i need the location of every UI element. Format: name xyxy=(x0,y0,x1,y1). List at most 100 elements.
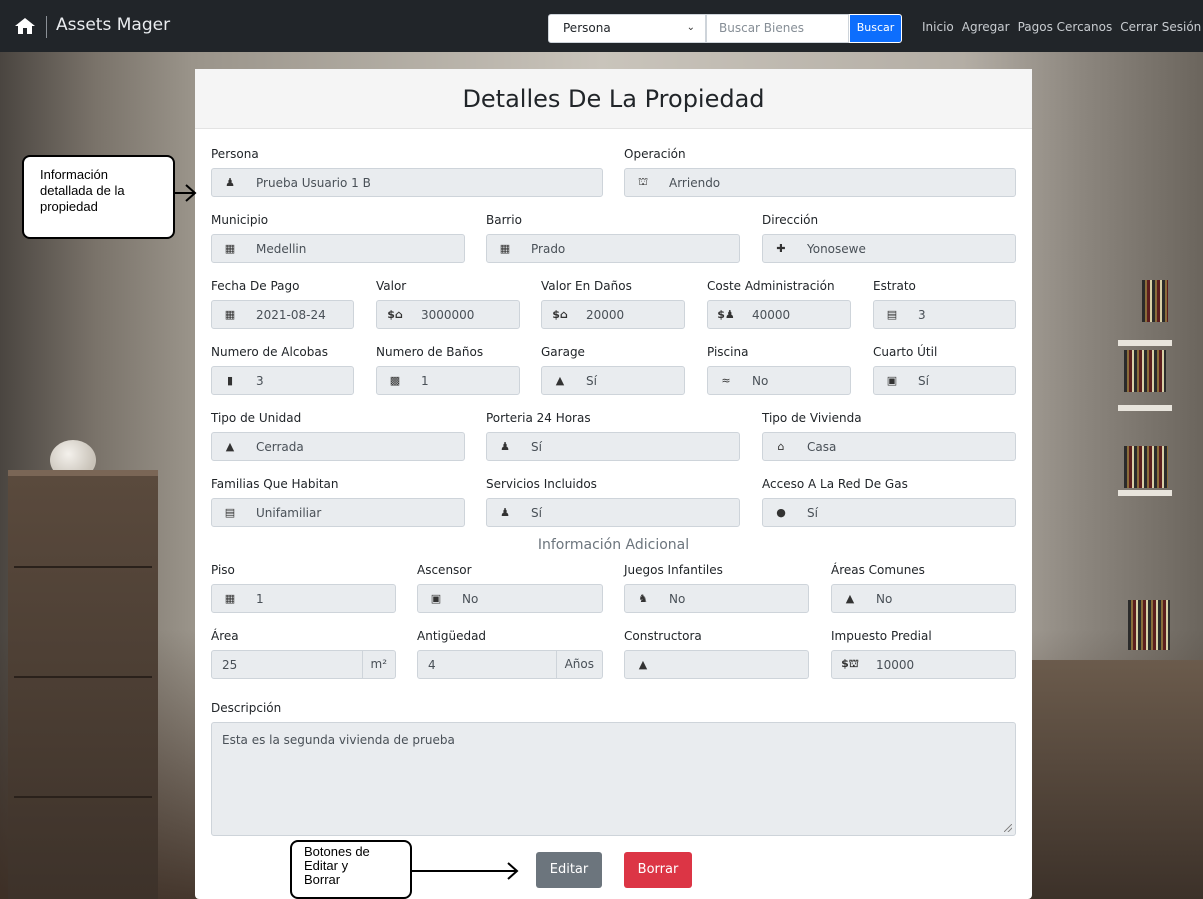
label-valor: Valor xyxy=(376,279,407,293)
label-estrato: Estrato xyxy=(873,279,916,293)
chevron-down-icon: ⌄ xyxy=(686,22,695,33)
fecha-pago-field[interactable]: ▦ 2021-08-24 xyxy=(211,300,354,329)
cuarto-util-field[interactable]: ▣ Sí xyxy=(873,366,1016,395)
label-persona: Persona xyxy=(211,147,259,161)
search-button[interactable]: Buscar xyxy=(849,14,902,43)
piso-field[interactable]: ▦ 1 xyxy=(211,584,396,613)
direccion-field[interactable]: ✚ Yonosewe xyxy=(762,234,1016,263)
resize-handle-icon[interactable] xyxy=(1004,824,1012,832)
gas-value: Sí xyxy=(807,505,818,520)
warehouse-icon: ▲ xyxy=(225,440,235,453)
elevator-icon: ▣ xyxy=(430,592,442,605)
navbar-divider xyxy=(46,16,47,38)
gas-field[interactable]: ● Sí xyxy=(762,498,1016,527)
navbar-brand[interactable]: Assets Mager xyxy=(56,15,170,35)
background-shelf xyxy=(1118,490,1172,496)
servicios-field[interactable]: ♟ Sí xyxy=(486,498,740,527)
home-icon[interactable] xyxy=(14,17,36,35)
calendar-icon: ▦ xyxy=(224,308,236,321)
label-constructora: Constructora xyxy=(624,629,702,643)
ascensor-field[interactable]: ▣ No xyxy=(417,584,603,613)
garage-field[interactable]: ▲ Sí xyxy=(541,366,685,395)
label-operacion: Operación xyxy=(624,147,686,161)
antiguedad-field[interactable]: 4 Años xyxy=(417,650,603,679)
chart-icon: ▤ xyxy=(886,308,898,321)
tipo-vivienda-value: Casa xyxy=(807,439,837,454)
porteria-field[interactable]: ♟ Sí xyxy=(486,432,740,461)
edit-button[interactable]: Editar xyxy=(536,852,602,888)
descripcion-textarea[interactable]: Esta es la segunda vivienda de prueba xyxy=(211,722,1016,836)
label-coste-admin: Coste Administración xyxy=(707,279,835,293)
municipio-field[interactable]: ▦ Medellin xyxy=(211,234,465,263)
callout-buttons-line: Editar y xyxy=(304,858,349,873)
juegos-field[interactable]: ♞ No xyxy=(624,584,809,613)
home-icon: ⌂ xyxy=(777,440,785,453)
nav-link-agregar[interactable]: Agregar xyxy=(962,20,1010,34)
nav-link-inicio[interactable]: Inicio xyxy=(922,20,954,34)
coste-admin-value: 40000 xyxy=(752,307,791,322)
search-input[interactable]: Buscar Bienes xyxy=(706,14,849,43)
money-house-icon: $⌂ xyxy=(552,308,568,321)
label-tipo-unidad: Tipo de Unidad xyxy=(211,411,302,425)
door-icon: ▮ xyxy=(226,374,234,387)
building-icon: ▦ xyxy=(224,592,236,605)
estrato-field[interactable]: ▤ 3 xyxy=(873,300,1016,329)
nav-link-pagos-cercanos[interactable]: Pagos Cercanos xyxy=(1018,20,1113,34)
label-fecha-pago: Fecha De Pago xyxy=(211,279,300,293)
callout-buttons-line: Borrar xyxy=(304,872,341,887)
impuesto-field[interactable]: $⛫ 10000 xyxy=(831,650,1016,679)
banos-field[interactable]: ▩ 1 xyxy=(376,366,520,395)
label-areas-comunes: Áreas Comunes xyxy=(831,563,925,577)
label-ascensor: Ascensor xyxy=(417,563,472,577)
barrio-field[interactable]: ▦ Prado xyxy=(486,234,740,263)
servicios-value: Sí xyxy=(531,505,542,520)
bank-icon: ⛫ xyxy=(637,175,649,188)
coste-admin-field[interactable]: $♟ 40000 xyxy=(707,300,851,329)
search-type-value: Persona xyxy=(563,21,611,35)
persona-field[interactable]: ♟ Prueba Usuario 1 B xyxy=(211,168,603,197)
tipo-vivienda-field[interactable]: ⌂ Casa xyxy=(762,432,1016,461)
label-area: Área xyxy=(211,629,239,643)
delete-button[interactable]: Borrar xyxy=(624,852,692,888)
piscina-field[interactable]: ≈ No xyxy=(707,366,851,395)
label-piscina: Piscina xyxy=(707,345,749,359)
label-cuarto-util: Cuarto Útil xyxy=(873,345,938,359)
tree-icon: ▲ xyxy=(845,592,855,605)
areas-comunes-field[interactable]: ▲ No xyxy=(831,584,1016,613)
alcobas-field[interactable]: ▮ 3 xyxy=(211,366,354,395)
flame-icon: ● xyxy=(776,506,786,519)
callout-info-line: detallada de la xyxy=(40,183,125,198)
callout-buttons-line: Botones de xyxy=(304,844,370,859)
label-antiguedad: Antigüedad xyxy=(417,629,487,643)
antiguedad-value: 4 xyxy=(428,657,436,672)
arrow-right-icon xyxy=(174,184,197,202)
operacion-field[interactable]: ⛫ Arriendo xyxy=(624,168,1016,197)
arrow-right-icon xyxy=(412,862,519,880)
search-type-select[interactable]: Persona ⌄ xyxy=(548,14,706,43)
background-books xyxy=(1128,600,1170,650)
tipo-unidad-field[interactable]: ▲ Cerrada xyxy=(211,432,465,461)
background-books xyxy=(1124,446,1168,488)
toilet-icon: ▩ xyxy=(389,374,401,387)
background-shelf xyxy=(1118,340,1172,346)
navbar: Assets Mager Persona ⌄ Buscar Bienes Bus… xyxy=(0,0,1203,52)
operacion-value: Arriendo xyxy=(669,175,721,190)
familias-field[interactable]: ▤ Unifamiliar xyxy=(211,498,465,527)
label-familias: Familias Que Habitan xyxy=(211,477,339,491)
city-icon: ▦ xyxy=(224,242,236,255)
piso-value: 1 xyxy=(256,591,264,606)
valor-danos-field[interactable]: $⌂ 20000 xyxy=(541,300,685,329)
area-field[interactable]: 25 m² xyxy=(211,650,396,679)
descripcion-value: Esta es la segunda vivienda de prueba xyxy=(222,733,455,747)
callout-info-line: Información xyxy=(40,167,108,182)
property-details-card: Detalles De La Propiedad Persona ♟ Prueb… xyxy=(195,69,1032,899)
label-juegos: Juegos Infantiles xyxy=(624,563,723,577)
constructora-field[interactable]: ▲ xyxy=(624,650,809,679)
estrato-value: 3 xyxy=(918,307,926,322)
valor-field[interactable]: $⌂ 3000000 xyxy=(376,300,520,329)
tipo-unidad-value: Cerrada xyxy=(256,439,304,454)
nav-link-cerrar-sesion[interactable]: Cerrar Sesión xyxy=(1120,20,1201,34)
label-banos: Numero de Baños xyxy=(376,345,484,359)
signpost-icon: ✚ xyxy=(776,242,786,255)
label-municipio: Municipio xyxy=(211,213,269,227)
